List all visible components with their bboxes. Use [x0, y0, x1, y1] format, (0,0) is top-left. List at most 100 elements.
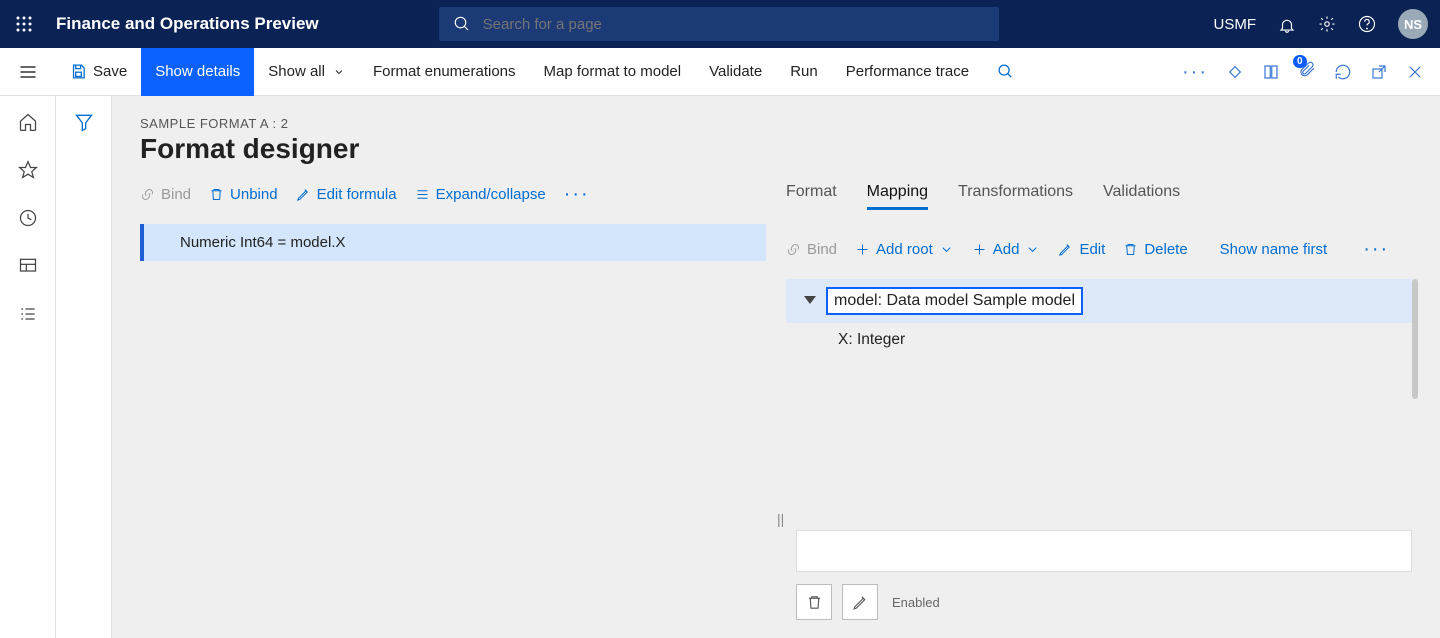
nav-toggle-button[interactable] — [0, 48, 56, 96]
pane-splitter[interactable]: || — [777, 511, 784, 527]
show-details-label: Show details — [155, 63, 240, 80]
home-icon[interactable] — [18, 112, 38, 132]
tab-mapping[interactable]: Mapping — [867, 183, 928, 210]
pencil-icon — [852, 594, 869, 611]
close-icon[interactable] — [1406, 63, 1424, 81]
link-icon — [140, 187, 155, 202]
mapping-toolbar: Bind Add root Add Edit — [786, 238, 1412, 261]
edit-formula-label: Edit formula — [317, 186, 397, 203]
mapping-tree-root-row[interactable]: model: Data model Sample model — [786, 279, 1412, 323]
mapping-tree-root-label: model: Data model Sample model — [826, 287, 1083, 315]
tab-transformations-label: Transformations — [958, 183, 1073, 200]
scrollbar[interactable] — [1412, 279, 1418, 399]
diamond-icon[interactable] — [1226, 63, 1244, 81]
edit-button[interactable]: Edit — [1058, 241, 1105, 258]
show-name-first-label: Show name first — [1220, 241, 1328, 258]
edit-label: Edit — [1079, 241, 1105, 258]
add-label: Add — [993, 241, 1020, 258]
global-header: Finance and Operations Preview USMF NS — [0, 0, 1440, 48]
validate-button[interactable]: Validate — [695, 48, 776, 96]
show-all-button[interactable]: Show all — [254, 48, 359, 96]
app-title: Finance and Operations Preview — [56, 14, 319, 34]
search-icon — [453, 15, 471, 33]
modules-icon[interactable] — [18, 304, 38, 324]
bell-icon[interactable] — [1278, 15, 1296, 33]
avatar-initials: NS — [1404, 17, 1422, 32]
add-button[interactable]: Add — [972, 241, 1041, 258]
toolbar-search-button[interactable] — [983, 48, 1028, 96]
format-enumerations-label: Format enumerations — [373, 63, 516, 80]
tab-format-label: Format — [786, 183, 837, 200]
overflow-menu-button[interactable]: ··· — [1182, 62, 1208, 82]
command-bar: Save Show details Show all Format enumer… — [0, 48, 1440, 96]
page-main: SAMPLE FORMAT A : 2 Format designer Bind… — [112, 96, 1440, 638]
mapping-overflow[interactable]: ··· — [1363, 238, 1389, 261]
performance-trace-label: Performance trace — [846, 63, 969, 80]
tab-validations[interactable]: Validations — [1103, 183, 1180, 210]
performance-trace-button[interactable]: Performance trace — [832, 48, 983, 96]
caret-icon[interactable] — [804, 296, 816, 304]
popout-icon[interactable] — [1370, 63, 1388, 81]
trash-icon — [209, 187, 224, 202]
page-title: Format designer — [140, 133, 1412, 165]
global-search[interactable] — [439, 7, 999, 41]
app-launcher-icon[interactable] — [0, 0, 48, 48]
chevron-down-icon — [333, 66, 345, 78]
funnel-icon[interactable] — [74, 112, 94, 132]
unbind-button[interactable]: Unbind — [209, 186, 278, 203]
gear-icon[interactable] — [1318, 15, 1336, 33]
enabled-label: Enabled — [892, 595, 940, 610]
book-icon[interactable] — [1262, 63, 1280, 81]
format-tree-overflow[interactable]: ··· — [564, 183, 590, 206]
plus-icon — [972, 242, 987, 257]
formula-field[interactable] — [796, 530, 1412, 572]
trash-icon — [806, 594, 823, 611]
run-label: Run — [790, 63, 818, 80]
workspace-icon[interactable] — [18, 256, 38, 276]
link-icon — [786, 242, 801, 257]
show-name-first-button[interactable]: Show name first — [1220, 241, 1328, 258]
attachments-badge: 0 — [1293, 55, 1307, 68]
right-tabs: Format Mapping Transformations Validatio… — [786, 183, 1412, 210]
command-bar-right: ··· 0 — [1182, 60, 1440, 83]
expand-collapse-label: Expand/collapse — [436, 186, 546, 203]
nav-rail — [0, 96, 56, 638]
user-avatar[interactable]: NS — [1398, 9, 1428, 39]
refresh-icon[interactable] — [1334, 63, 1352, 81]
mapping-bind-button: Bind — [786, 241, 837, 258]
search-icon — [997, 63, 1014, 80]
clock-icon[interactable] — [18, 208, 38, 228]
map-format-to-model-button[interactable]: Map format to model — [530, 48, 696, 96]
edit-detail-button[interactable] — [842, 584, 878, 620]
help-icon[interactable] — [1358, 15, 1376, 33]
show-all-label: Show all — [268, 63, 325, 80]
delete-detail-button[interactable] — [796, 584, 832, 620]
tab-validations-label: Validations — [1103, 183, 1180, 200]
company-indicator[interactable]: USMF — [1214, 16, 1257, 33]
format-tree-row-selected[interactable]: Numeric Int64 = model.X — [140, 224, 766, 261]
header-right-cluster: USMF NS — [1214, 9, 1429, 39]
delete-button[interactable]: Delete — [1123, 241, 1187, 258]
unbind-label: Unbind — [230, 186, 278, 203]
expand-collapse-button[interactable]: Expand/collapse — [415, 186, 546, 203]
save-button[interactable]: Save — [56, 48, 141, 96]
chevron-down-icon — [939, 242, 954, 257]
format-tree-pane: Bind Unbind Edit formula Expand/collapse… — [140, 183, 766, 638]
tab-format[interactable]: Format — [786, 183, 837, 210]
show-details-button[interactable]: Show details — [141, 48, 254, 96]
edit-formula-button[interactable]: Edit formula — [296, 186, 397, 203]
attachments-button[interactable]: 0 — [1298, 60, 1316, 83]
breadcrumb: SAMPLE FORMAT A : 2 — [140, 116, 1412, 131]
mapping-tree-child-row[interactable]: X: Integer — [786, 323, 1412, 357]
run-button[interactable]: Run — [776, 48, 832, 96]
chevron-down-icon — [1025, 242, 1040, 257]
filter-column — [56, 96, 112, 638]
format-tree-row-label: Numeric Int64 = model.X — [180, 234, 346, 251]
format-enumerations-button[interactable]: Format enumerations — [359, 48, 530, 96]
global-search-input[interactable] — [481, 15, 985, 34]
tab-transformations[interactable]: Transformations — [958, 183, 1073, 210]
delete-label: Delete — [1144, 241, 1187, 258]
star-icon[interactable] — [18, 160, 38, 180]
details-strip: Enabled — [796, 530, 1412, 638]
add-root-button[interactable]: Add root — [855, 241, 954, 258]
